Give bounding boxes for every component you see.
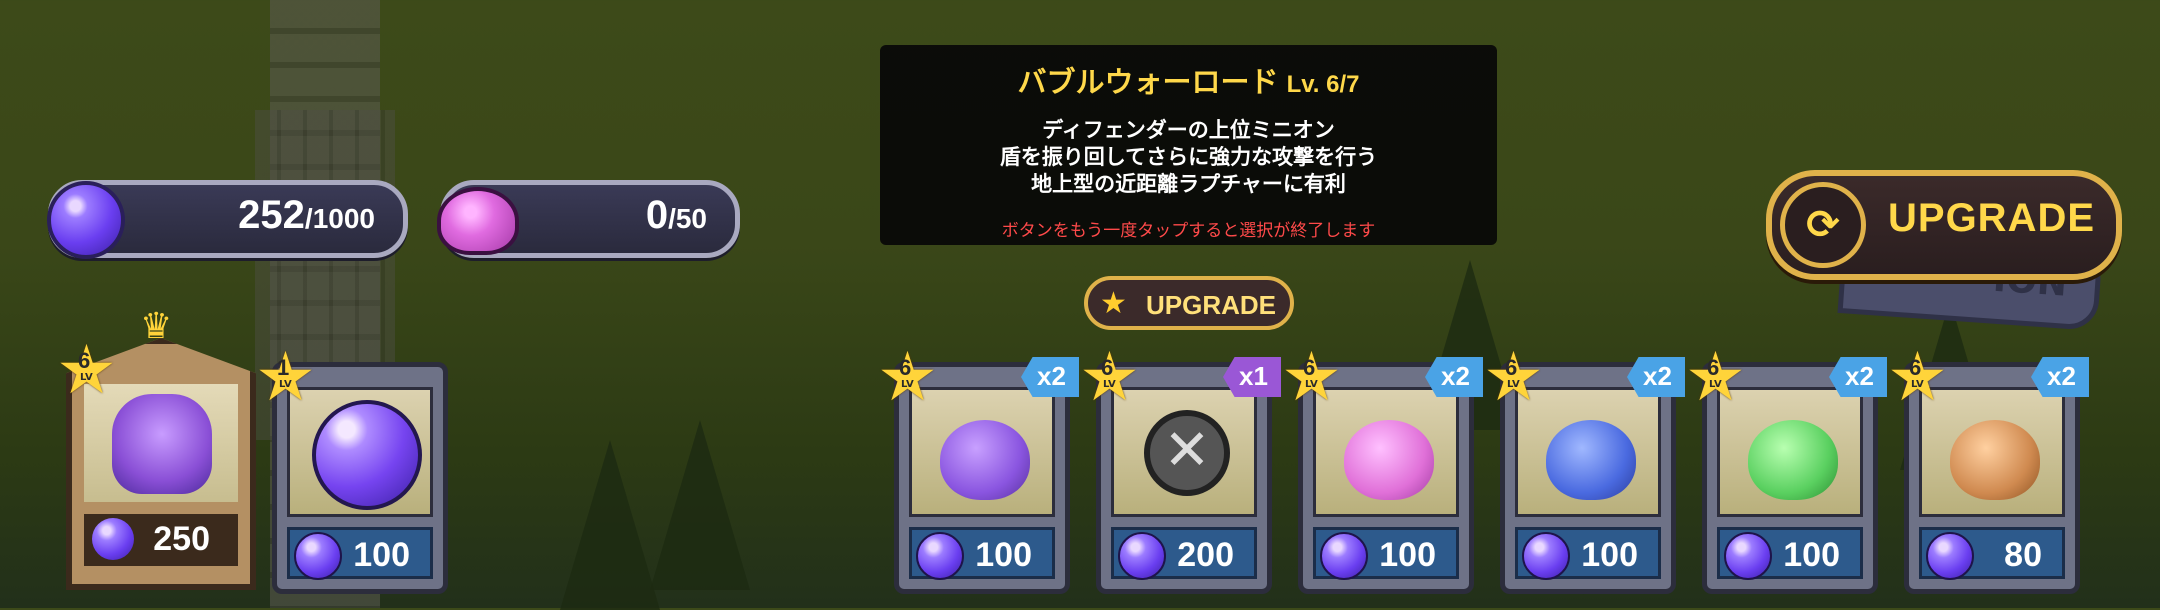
level-star: ★ 6 LV	[56, 337, 122, 405]
card-price: 100	[1515, 527, 1661, 580]
card-price: 200	[1111, 527, 1257, 580]
minion-card-selected[interactable]: ✕ 200 ★ 6 LV x1	[1079, 344, 1281, 594]
minion-card[interactable]: 100 ★ 6 LV x2	[1483, 344, 1685, 594]
level-star: ★ 6 LV	[1079, 344, 1145, 412]
orb-max: /1000	[304, 203, 375, 234]
unit-upgrade-label: UPGRADE	[1146, 290, 1277, 320]
tooltip-line: ディフェンダーの上位ミニオン	[1042, 119, 1335, 142]
count-value: x2	[1845, 361, 1874, 391]
level-label: LV	[1911, 379, 1924, 390]
level-star: ★ 6 LV	[1483, 344, 1549, 412]
level-label: LV	[1709, 379, 1722, 390]
card-price: 80	[1919, 527, 2065, 580]
upgrade-button-label: UPGRADE	[1888, 196, 2096, 240]
level-label: LV	[1507, 379, 1520, 390]
purple-shield-slime-icon	[940, 420, 1030, 500]
minion-card[interactable]: 100 ★ 6 LV x2	[1281, 344, 1483, 594]
count-badge: x2	[1021, 357, 1079, 397]
level-label: LV	[1103, 379, 1116, 390]
count-badge: x2	[1425, 357, 1483, 397]
card-price: 100	[287, 527, 433, 580]
price-value: 100	[975, 536, 1032, 574]
blue-helmet-gunner-icon	[1546, 420, 1636, 500]
tooltip-description: ディフェンダーの上位ミニオン 盾を振り回してさらに強力な攻撃を行う 地上型の近距…	[880, 117, 1497, 198]
level-label: LV	[901, 379, 914, 390]
price-value: 250	[153, 520, 210, 558]
slime-count: 0	[645, 193, 669, 237]
minion-tooltip: バブルウォーロード Lv. 6/7 ディフェンダーの上位ミニオン 盾を振り回して…	[880, 45, 1497, 245]
level-star: ★ 1 LV	[255, 344, 321, 412]
orb-icon	[1522, 532, 1570, 580]
tooltip-line: 盾を振り回してさらに強力な攻撃を行う	[999, 146, 1378, 169]
orb-icon	[1320, 532, 1368, 580]
card-price: 100	[1717, 527, 1863, 580]
orb-count: 252	[238, 193, 305, 237]
level-star: ★ 6 LV	[1685, 344, 1751, 412]
price-value: 100	[1379, 536, 1436, 574]
green-slime-hammer-icon	[1748, 420, 1838, 500]
count-value: x2	[1037, 361, 1066, 391]
minion-card[interactable]: 100 ★ 6 LV x2	[1685, 344, 1887, 594]
count-value: x1	[1239, 361, 1268, 391]
orb-counter: 252/1000	[47, 180, 408, 259]
orb-icon	[294, 532, 342, 580]
background-tree	[650, 420, 750, 590]
hero-price: 250	[84, 514, 238, 566]
level-star: ★ 6 LV	[1281, 344, 1347, 412]
level-label: LV	[80, 372, 93, 383]
level-label: LV	[1305, 379, 1318, 390]
price-value: 100	[1581, 536, 1638, 574]
brown-nurse-slime-icon	[1950, 420, 2040, 500]
level-number: 6	[1505, 355, 1518, 380]
card-price: 100	[909, 527, 1055, 580]
level-label: LV	[279, 379, 292, 390]
level-number: 6	[1707, 355, 1720, 380]
tooltip-title: バブルウォーロード	[1017, 67, 1279, 99]
orb-art	[312, 400, 422, 510]
background-tree	[560, 440, 660, 610]
orb-icon	[1118, 532, 1166, 580]
tooltip-note: ボタンをもう一度タップすると選択が終了します	[1001, 221, 1376, 240]
orb-icon	[916, 532, 964, 580]
level-number: 6	[899, 355, 912, 380]
pink-snail-club-icon	[1344, 420, 1434, 500]
orb-icon	[92, 518, 134, 560]
tooltip-level: Lv. 6/7	[1286, 71, 1360, 98]
count-value: x2	[1441, 361, 1470, 391]
level-number: 6	[1303, 355, 1316, 380]
orb-icon	[1724, 532, 1772, 580]
count-value: x2	[2047, 361, 2076, 391]
refresh-icon: ⟳	[1780, 182, 1866, 268]
unit-upgrade-button[interactable]: ★ UPGRADE	[1084, 276, 1294, 330]
level-star: ★ 6 LV	[1887, 344, 1953, 412]
count-badge: x1	[1223, 357, 1281, 397]
orb-icon	[47, 181, 125, 259]
slime-icon	[437, 187, 519, 255]
level-number: 6	[1909, 355, 1922, 380]
price-value: 80	[2004, 536, 2042, 574]
level-number: 6	[78, 348, 91, 373]
star-icon: ★	[1100, 286, 1127, 321]
orb-icon	[1926, 532, 1974, 580]
minion-card[interactable]: 100 ★ 6 LV x2	[877, 344, 1079, 594]
count-badge: x2	[1829, 357, 1887, 397]
card-price: 100	[1313, 527, 1459, 580]
upgrade-button[interactable]: ⟳ UPGRADE	[1766, 170, 2122, 280]
price-value: 200	[1177, 536, 1234, 574]
count-value: x2	[1643, 361, 1672, 391]
orb-card[interactable]: 100 ★ 1 LV	[255, 344, 448, 594]
hero-sprite	[112, 394, 212, 494]
price-value: 100	[1783, 536, 1840, 574]
slime-counter: 0/50	[437, 180, 740, 258]
count-badge: x2	[1627, 357, 1685, 397]
count-badge: x2	[2031, 357, 2089, 397]
level-number: 1	[277, 355, 290, 380]
tooltip-line: 地上型の近距離ラプチャーに有利	[1031, 173, 1346, 196]
slime-max: /50	[668, 203, 707, 234]
level-number: 6	[1101, 355, 1114, 380]
minion-card[interactable]: 80 ★ 6 LV x2	[1887, 344, 2089, 594]
cancel-icon[interactable]: ✕	[1144, 410, 1230, 496]
price-value: 100	[353, 536, 410, 574]
level-star: ★ 6 LV	[877, 344, 943, 412]
